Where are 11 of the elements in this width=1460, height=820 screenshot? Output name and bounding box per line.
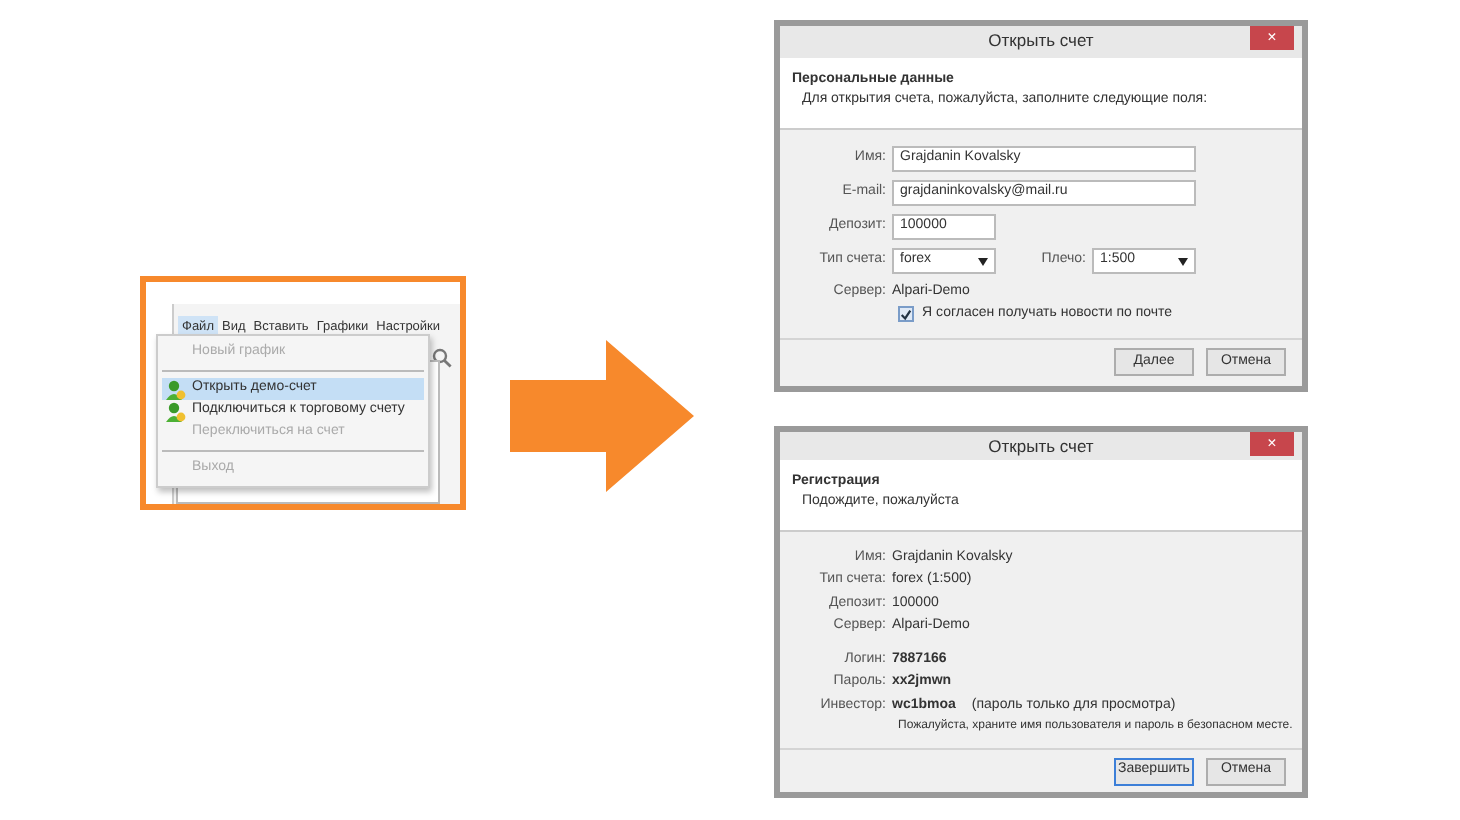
user-icon xyxy=(166,401,186,421)
window-title: Открыть счет xyxy=(988,433,1094,459)
checkbox[interactable] xyxy=(898,306,914,323)
close-button[interactable]: × xyxy=(1250,26,1294,50)
zoom-icon[interactable] xyxy=(432,347,452,368)
user-icon xyxy=(166,379,186,399)
arrow-icon xyxy=(510,340,694,492)
window-title: Открыть счет xyxy=(988,28,1094,55)
caret-icon xyxy=(1178,257,1188,266)
caret-icon xyxy=(978,257,988,266)
close-button[interactable]: × xyxy=(1250,432,1294,456)
